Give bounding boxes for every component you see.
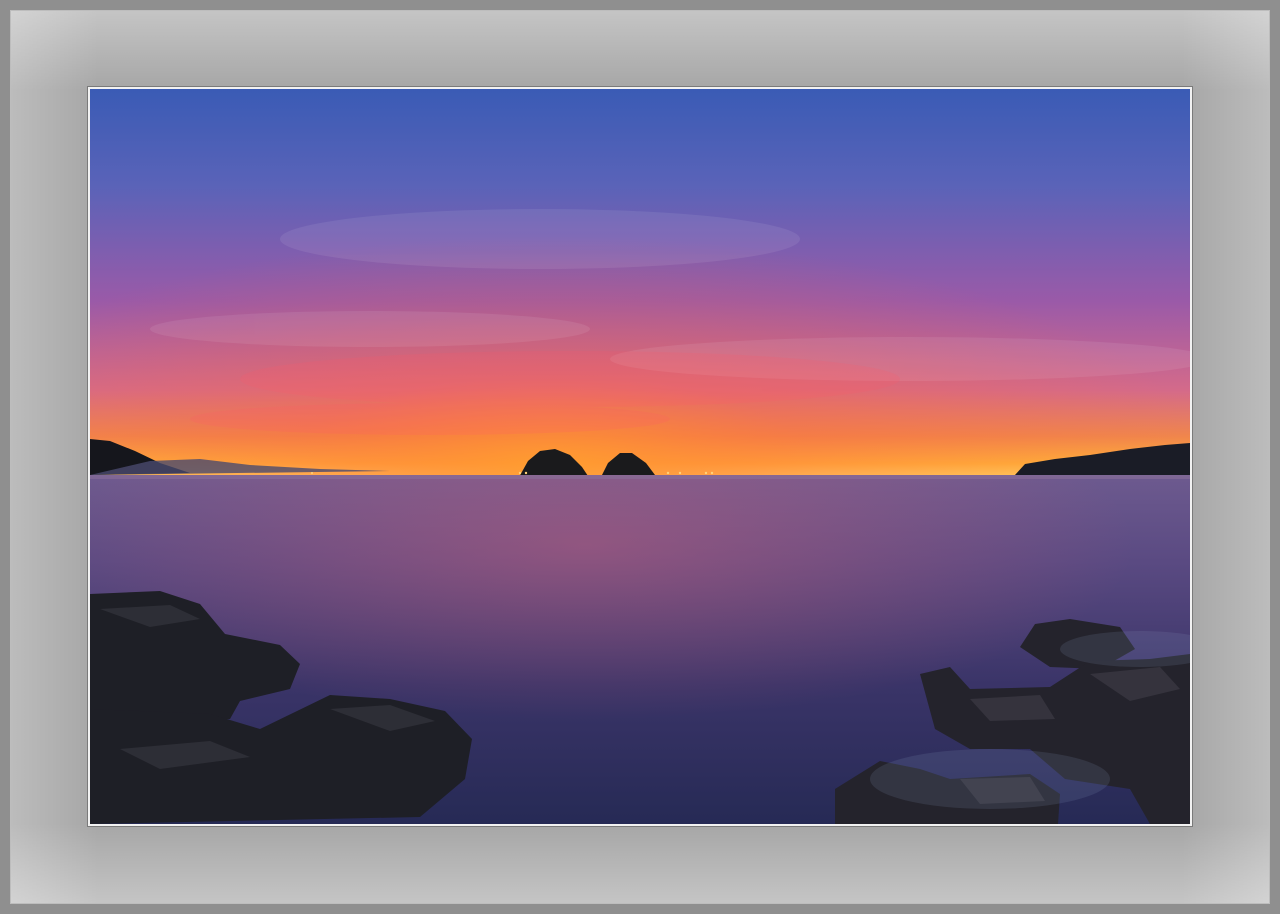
outer-frame bbox=[0, 0, 1280, 914]
sunset-seascape-photo bbox=[90, 89, 1190, 824]
photo-border bbox=[88, 87, 1192, 826]
